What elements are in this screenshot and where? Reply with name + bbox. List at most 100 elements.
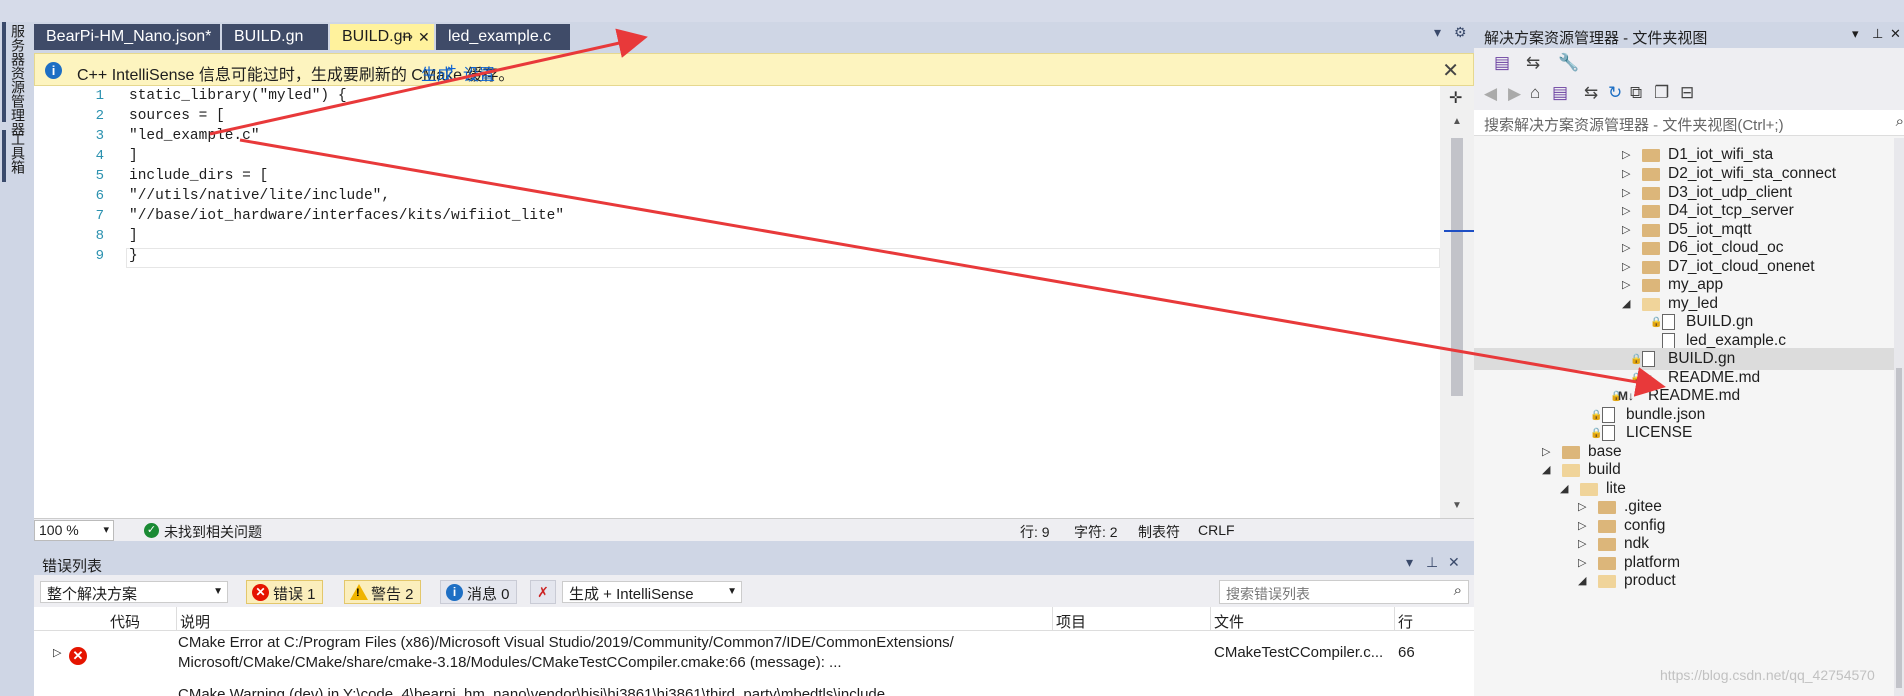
tree-item-product[interactable]: ◢ product [1474,570,1894,592]
code-line: "led_example.c" [129,128,260,144]
file-icon [1642,351,1655,367]
eol-indicator[interactable]: CRLF [1198,522,1235,538]
error-description: Microsoft/CMake/CMake/share/cmake-3.18/M… [178,654,842,671]
warnings-filter-button[interactable]: ! 警告 2 [344,580,421,604]
code-line: ] [129,228,138,244]
plus-link[interactable]: + [447,61,456,79]
info-icon: i [446,584,463,601]
messages-filter-button[interactable]: i 消息 0 [440,580,517,604]
search-icon: ⌕ [1453,582,1462,599]
error-file: CMakeTestCCompiler.c... [1214,644,1384,661]
tabs-indicator[interactable]: 制表符 [1138,522,1180,542]
next-error-description[interactable]: CMake Warning (dev) in Y:\code_4\bearpi_… [178,686,885,696]
search-placeholder: 搜索错误列表 [1226,586,1310,602]
pin-icon[interactable]: ⊥ [1426,554,1438,571]
pin-icon[interactable]: ⊸ [402,24,413,50]
scroll-up-icon[interactable]: ▲ [1452,116,1462,127]
scrollbar-thumb[interactable] [1896,368,1902,688]
toolbox-tab[interactable]: 工具箱 [10,132,28,174]
line-number: 4 [95,148,104,164]
warnings-label: 警告 2 [371,586,414,603]
back-icon[interactable]: ◀ [1484,84,1497,104]
left-tool-rail: 服务器资源管理器 工具箱 [0,22,34,696]
collapse-all-icon[interactable]: ⧉ [1630,83,1642,103]
tab-label: BUILD.gn [234,28,304,45]
server-explorer-tab[interactable]: 服务器资源管理器 [10,24,28,136]
wrench-icon[interactable]: 🔧 [1558,53,1579,73]
line-number: 1 [95,88,104,104]
close-icon[interactable]: ✕ [1448,554,1460,571]
check-icon: ✓ [144,523,159,538]
source-filter-dropdown[interactable]: 生成 + IntelliSense ▼ [562,581,742,603]
close-icon[interactable]: ✕ [1890,26,1901,42]
chevron-down-icon[interactable]: ▾ [1406,554,1413,571]
close-icon[interactable]: ✕ [1442,58,1459,83]
chevron-down-icon[interactable]: ▾ [1852,26,1859,42]
tab-bearpi-json[interactable]: BearPi-HM_Nano.json* [34,24,220,50]
solution-search-input[interactable]: 搜索解决方案资源管理器 - 文件夹视图(Ctrl+;) ⌕ [1474,110,1904,136]
home-icon[interactable]: ⌂ [1530,83,1540,103]
column-indicator[interactable]: 字符: 2 [1074,522,1118,542]
switch-views-icon[interactable]: ▤ [1494,53,1510,73]
code-line: include_dirs = [ [129,168,269,184]
settings-link[interactable]: 设置 [463,61,495,85]
sync-icon[interactable]: ⇆ [1584,83,1598,103]
expand-icon[interactable]: ▷ [53,646,61,659]
json-file-icon [1602,407,1615,423]
scope-dropdown[interactable]: 整个解决方案 ▼ [40,581,228,603]
no-issues-text[interactable]: 未找到相关问题 [164,522,262,542]
gear-icon[interactable]: ⚙ [1454,24,1467,41]
line-indicator[interactable]: 行: 9 [1020,522,1050,542]
line-number: 9 [95,248,104,264]
editor-tab-bar: BearPi-HM_Nano.json* BUILD.gn BUILD.gn ⊸… [34,22,1474,50]
sync-icon[interactable]: ⇆ [1526,53,1540,73]
line-number: 7 [95,208,104,224]
editor-status-bar: 100 % ▾ ✓ 未找到相关问题 行: 9 字符: 2 制表符 CRLF [34,518,1474,541]
folder-icon [1642,242,1660,255]
editor-vertical-scrollbar[interactable]: ✛ ▲ ▼ [1440,86,1474,518]
folder-icon [1642,187,1660,200]
tab-dropdown-icon[interactable]: ▾ [1434,24,1441,41]
search-placeholder: 搜索解决方案资源管理器 - 文件夹视图(Ctrl+;) [1484,117,1784,134]
folder-icon [1598,557,1616,570]
info-icon: i [45,62,62,79]
line-number-gutter: 1 2 3 4 5 6 7 8 9 [34,86,114,518]
folder-open-icon [1562,464,1580,477]
errors-filter-button[interactable]: ✕ 错误 1 [246,580,323,604]
scrollbar-thumb[interactable] [1451,138,1463,396]
show-all-icon[interactable]: ⊟ [1680,83,1694,103]
tab-build-gn-active[interactable]: BUILD.gn ⊸ ✕ [330,24,434,50]
code-editor[interactable]: 1 2 3 4 5 6 7 8 9 static_library("myled"… [34,86,1440,518]
scroll-down-icon[interactable]: ▼ [1452,500,1462,511]
column-header-code[interactable]: 代码 [110,611,140,632]
solution-explorer-title-bar: 解决方案资源管理器 - 文件夹视图 ▾ ⊥ ✕ [1474,22,1904,48]
clear-filter-icon[interactable]: ✗ [530,580,556,604]
column-header-line[interactable]: 行 [1398,611,1413,632]
folder-icon [1642,149,1660,162]
close-icon[interactable]: ✕ [418,24,430,50]
line-number: 6 [95,188,104,204]
solution-scrollbar[interactable] [1894,138,1904,696]
collapse-icon[interactable]: ◢ [1578,570,1586,592]
column-header-description[interactable]: 说明 [180,611,210,632]
error-search-input[interactable]: 搜索错误列表 ⌕ [1219,580,1469,604]
line-number: 5 [95,168,104,184]
solution-toolbar-secondary: ◀ ▶ ⌂ ▤ ⇆ ↻ ⧉ ❐ ⊟ [1474,78,1904,110]
tab-led-example[interactable]: led_example.c [436,24,570,50]
file-icon [1602,425,1615,441]
column-header-file[interactable]: 文件 [1214,611,1244,632]
code-line: static_library("myled") { [129,88,347,104]
column-header-project[interactable]: 项目 [1056,611,1086,632]
solution-explorer-panel: 解决方案资源管理器 - 文件夹视图 ▾ ⊥ ✕ ▤ ⇆ 🔧 ◀ ▶ ⌂ ▤ ⇆ … [1474,22,1904,696]
refresh-icon[interactable]: ↻ [1608,83,1622,103]
tree-item-label: product [1624,572,1676,589]
pin-icon[interactable]: ⊥ [1872,26,1883,42]
copy-icon[interactable]: ❐ [1654,83,1669,103]
tab-build-gn-1[interactable]: BUILD.gn [222,24,328,50]
solution-icon[interactable]: ▤ [1552,83,1568,103]
zoom-dropdown[interactable]: 100 % ▾ [34,520,114,541]
split-icon[interactable]: ✛ [1449,88,1462,108]
c-file-icon [1662,333,1675,349]
forward-icon[interactable]: ▶ [1508,84,1521,104]
search-icon: ⌕ [1895,113,1904,130]
